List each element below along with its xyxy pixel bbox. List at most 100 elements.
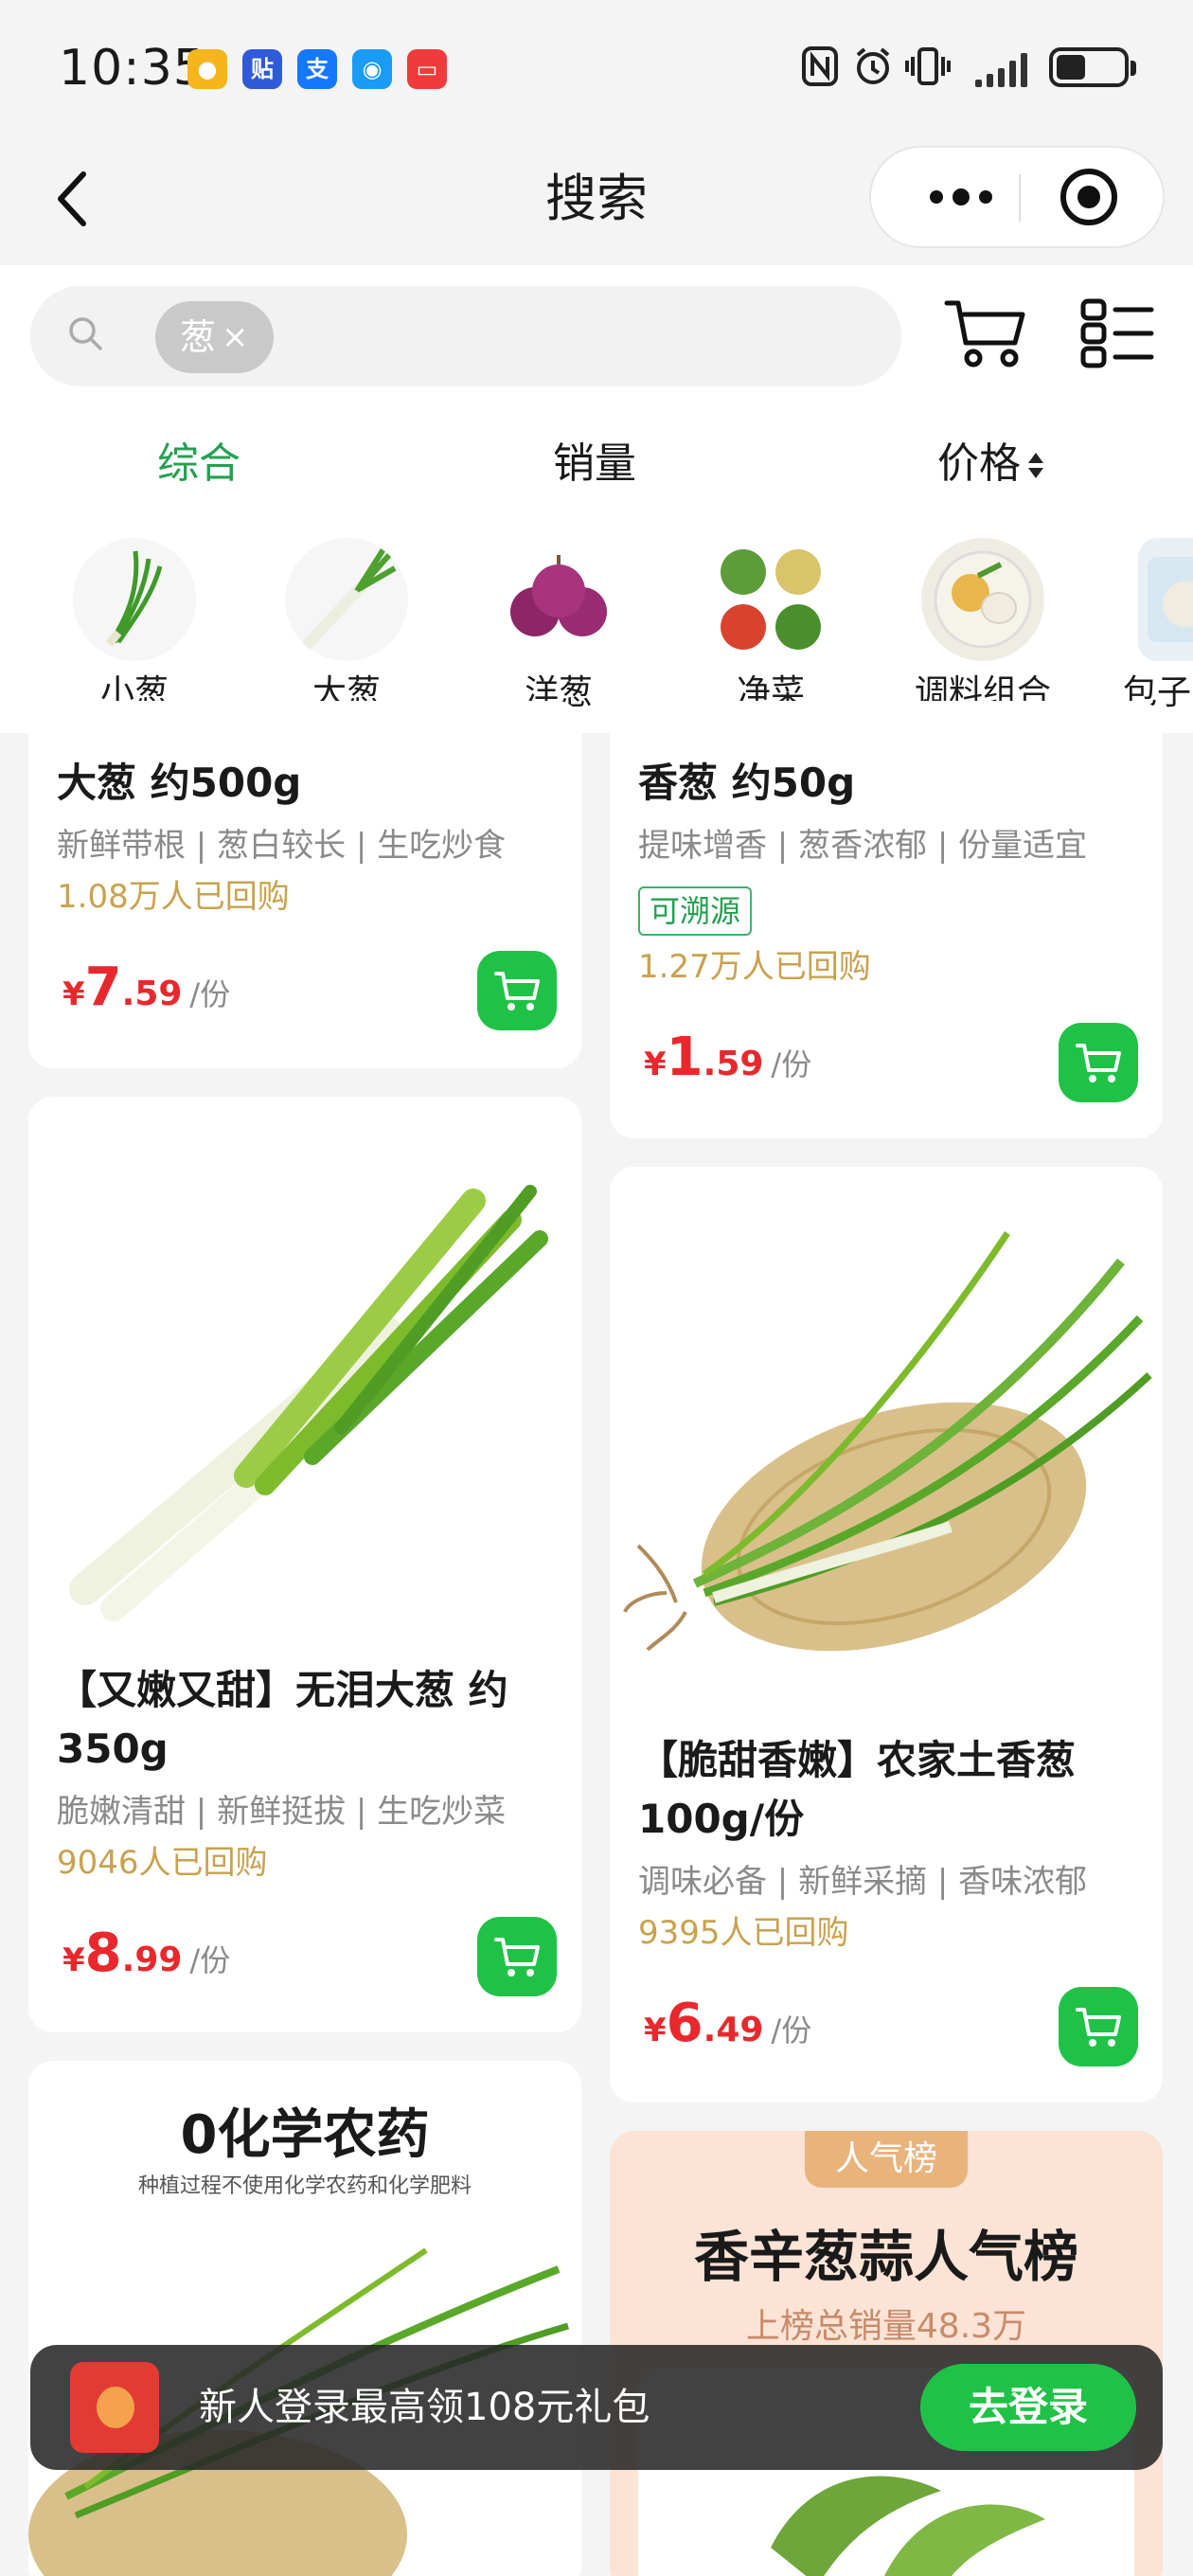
- add-to-cart-button[interactable]: [477, 1917, 557, 1996]
- price-integer: 8: [84, 1923, 122, 1984]
- sort-tab-price-label: 价格: [937, 439, 1021, 488]
- price-integer: 1: [666, 1027, 703, 1088]
- nav-bar: 搜索: [0, 133, 1193, 265]
- nfc-icon: [802, 46, 838, 86]
- category-item[interactable]: 小葱: [40, 538, 229, 714]
- battery-icon: [1049, 47, 1136, 87]
- search-query-chip[interactable]: 葱 ×: [155, 301, 274, 373]
- currency-symbol: ¥: [62, 975, 85, 1013]
- tieba-icon: 贴: [242, 49, 282, 89]
- status-bar: 10:35 ● 贴 支 ◉ ▭: [0, 0, 1193, 133]
- product-card[interactable]: 【又嫩又甜】无泪大葱 约350g 脆嫩清甜 | 新鲜挺拔 | 生吃炒菜 9046…: [28, 1097, 581, 2032]
- product-desc: 脆嫩清甜 | 新鲜挺拔 | 生吃炒菜: [57, 1793, 507, 1831]
- sort-tab-price[interactable]: 价格: [937, 436, 1043, 492]
- mail-icon: ▭: [407, 49, 447, 89]
- cart-add-icon: [1076, 2008, 1121, 2047]
- cart-icon[interactable]: [943, 295, 1028, 371]
- signal-icon: [975, 49, 1042, 87]
- promo-headline: 0化学农药: [180, 2104, 430, 2166]
- product-price: ¥7.59/份: [62, 957, 230, 1018]
- miniprogram-capsule: [869, 146, 1165, 248]
- category-item[interactable]: 洋葱: [464, 538, 653, 714]
- price-unit: /份: [189, 1942, 231, 1978]
- price-decimal: .99: [121, 1941, 183, 1979]
- clear-query-icon[interactable]: ×: [222, 301, 249, 373]
- price-unit: /份: [771, 1046, 812, 1082]
- login-button[interactable]: 去登录: [920, 2364, 1136, 2451]
- vibrate-icon: [905, 47, 951, 85]
- currency-symbol: ¥: [644, 2012, 667, 2049]
- price-unit: /份: [189, 976, 231, 1012]
- product-price: ¥6.49/份: [644, 1993, 811, 2054]
- product-image: [28, 1097, 581, 1627]
- onion-thumb-icon: [497, 538, 620, 661]
- product-price: ¥8.99/份: [62, 1923, 230, 1984]
- banner-message: 新人登录最高领108元礼包: [199, 2386, 650, 2429]
- ranking-tag: 人气榜: [805, 2131, 968, 2188]
- cart-add-icon: [494, 1938, 540, 1977]
- capsule-divider: [1019, 174, 1021, 222]
- price-decimal: .59: [121, 975, 183, 1013]
- login-banner: 新人登录最高领108元礼包 去登录: [30, 2345, 1163, 2470]
- category-item[interactable]: 包子: [1100, 538, 1193, 714]
- cart-add-icon: [494, 972, 540, 1011]
- promo-card[interactable]: 0化学农药 种植过程不使用化学农药和化学肥料: [28, 2061, 581, 2576]
- price-integer: 7: [84, 957, 122, 1018]
- price-unit: /份: [771, 2012, 812, 2048]
- promo-subline: 种植过程不使用化学农药和化学肥料: [137, 2174, 472, 2198]
- price-decimal: .59: [703, 1045, 764, 1083]
- price-decimal: .49: [703, 2011, 764, 2049]
- leek-thumb-icon: [285, 538, 408, 661]
- category-item[interactable]: 调料组合: [888, 538, 1077, 714]
- gift-icon: [70, 2362, 159, 2453]
- status-time: 10:35: [59, 40, 205, 97]
- product-image: [610, 1167, 1163, 1697]
- add-to-cart-button[interactable]: [477, 951, 557, 1030]
- back-icon[interactable]: [38, 161, 114, 237]
- add-to-cart-button[interactable]: [1059, 1023, 1138, 1102]
- currency-symbol: ¥: [62, 1941, 85, 1979]
- search-row: 葱 ×: [0, 265, 1193, 407]
- product-sold: 1.27万人已回购: [638, 948, 871, 986]
- close-miniprogram-icon[interactable]: [1060, 169, 1117, 225]
- product-title: 【又嫩又甜】无泪大葱 约350g: [57, 1667, 508, 1772]
- sort-tab-comprehensive[interactable]: 综合: [157, 436, 240, 492]
- category-list-icon[interactable]: [1079, 297, 1155, 369]
- search-query-text: 葱: [180, 316, 217, 358]
- product-desc: 调味必备 | 新鲜采摘 | 香味浓郁: [638, 1863, 1088, 1901]
- sort-arrows-icon: [1028, 451, 1043, 481]
- product-card[interactable]: 大葱 约500g 新鲜带根 | 葱白较长 | 生吃炒食 1.08万人已回购 ¥7…: [28, 701, 581, 1068]
- search-input[interactable]: 葱 ×: [30, 286, 901, 386]
- product-sold: 1.08万人已回购: [57, 878, 290, 916]
- price-integer: 6: [666, 1993, 703, 2054]
- alipay-icon: 支: [297, 49, 337, 89]
- currency-symbol: ¥: [644, 1046, 667, 1083]
- product-title: 【脆甜香嫩】农家土香葱100g/份: [638, 1737, 1077, 1842]
- product-desc: 新鲜带根 | 葱白较长 | 生吃炒食: [57, 827, 507, 865]
- product-card[interactable]: 【脆甜香嫩】农家土香葱100g/份 调味必备 | 新鲜采摘 | 香味浓郁 939…: [610, 1167, 1163, 2102]
- traceable-badge: 可溯源: [638, 886, 753, 936]
- product-desc: 提味增香 | 葱香浓郁 | 份量适宜: [638, 827, 1088, 865]
- sort-tab-sales[interactable]: 销量: [553, 436, 636, 492]
- sort-bar: 综合 销量 价格: [0, 407, 1193, 521]
- ranking-subline: 上榜总销量48.3万: [745, 2307, 1027, 2346]
- ranking-headline: 香辛葱蒜人气榜: [693, 2225, 1078, 2289]
- more-icon[interactable]: [909, 148, 1013, 246]
- category-item[interactable]: 大葱: [252, 538, 441, 714]
- prepared-veg-thumb-icon: [709, 538, 832, 661]
- product-card[interactable]: 香葱 约50g 提味增香 | 葱香浓郁 | 份量适宜 可溯源 1.27万人已回购…: [610, 701, 1163, 1138]
- search-icon: [69, 317, 102, 350]
- weibo-icon: ●: [187, 49, 227, 89]
- cart-add-icon: [1076, 1044, 1121, 1082]
- bun-thumb-icon: [1138, 538, 1193, 661]
- product-title: 香葱 约50g: [638, 760, 856, 806]
- message-icon: ◉: [352, 49, 392, 89]
- product-sold: 9395人已回购: [638, 1914, 849, 1952]
- alarm-icon: [856, 47, 890, 84]
- scallion-thumb-icon: [73, 538, 196, 661]
- product-title: 大葱 约500g: [57, 760, 302, 806]
- add-to-cart-button[interactable]: [1059, 1987, 1138, 2066]
- product-sold: 9046人已回购: [57, 1844, 268, 1882]
- seasoning-thumb-icon: [921, 538, 1044, 661]
- category-item[interactable]: 净菜: [676, 538, 865, 714]
